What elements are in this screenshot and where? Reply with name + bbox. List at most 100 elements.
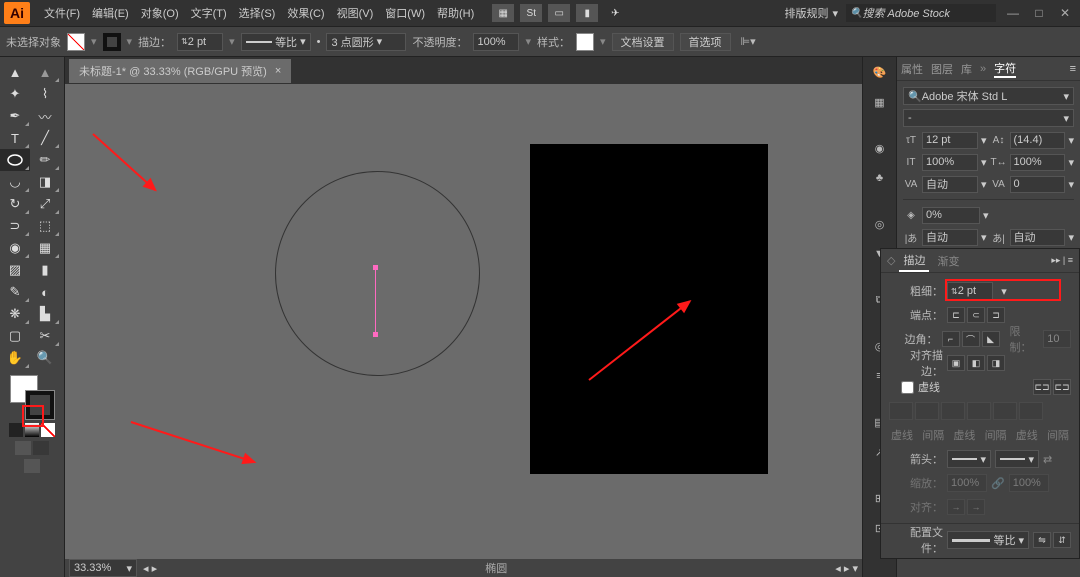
menu-select[interactable]: 选择(S) xyxy=(233,5,282,21)
line-tool[interactable]: ╱ xyxy=(30,127,60,149)
screen-mode-button[interactable] xyxy=(24,459,40,473)
mesh-tool[interactable]: ▨ xyxy=(0,259,30,281)
tab-character[interactable]: 字符 xyxy=(994,60,1016,78)
paintbrush-tool[interactable]: ✏ xyxy=(30,149,60,171)
none-mode-button[interactable] xyxy=(41,423,55,437)
draw-normal-button[interactable] xyxy=(15,441,31,455)
tracking-input[interactable]: 0 xyxy=(1010,176,1066,193)
fill-stroke-control[interactable] xyxy=(10,375,54,419)
doc-setup-button[interactable]: 文档设置 xyxy=(612,33,674,51)
stroke-weight-input[interactable]: ⇅2 pt xyxy=(177,33,223,51)
cap-round-button[interactable]: ⊂ xyxy=(967,307,985,323)
arrowhead-start-select[interactable]: ▾ xyxy=(947,450,991,468)
style-swatch[interactable] xyxy=(576,33,594,51)
profile-select-panel[interactable]: 等比▾ xyxy=(947,531,1029,549)
prefs-button[interactable]: 首选项 xyxy=(680,33,731,51)
eyedropper-tool[interactable]: ✎ xyxy=(0,281,30,303)
width-tool[interactable]: ⊃ xyxy=(0,215,30,237)
align-inside-button[interactable]: ◧ xyxy=(967,355,985,371)
artboard-tool[interactable]: ▢ xyxy=(0,325,30,347)
stroke-icon[interactable]: ◎ xyxy=(869,213,891,235)
symbol-sprayer-tool[interactable]: ❋ xyxy=(0,303,30,325)
menu-edit[interactable]: 编辑(E) xyxy=(86,5,135,21)
document-tab[interactable]: 未标题-1* @ 33.33% (RGB/GPU 预览)× xyxy=(69,59,291,83)
shape-builder-tool[interactable]: ◉ xyxy=(0,237,30,259)
profile-select[interactable]: 等比▾ xyxy=(241,33,311,51)
perspective-tool[interactable]: ▦ xyxy=(30,237,60,259)
font-style-select[interactable]: -▾ xyxy=(903,109,1074,127)
gradient-tool[interactable]: ▮ xyxy=(30,259,60,281)
ellipse-tool[interactable] xyxy=(0,149,30,171)
menu-type[interactable]: 文字(T) xyxy=(185,5,233,21)
menu-help[interactable]: 帮助(H) xyxy=(431,5,480,21)
zoom-tool[interactable]: 🔍 xyxy=(30,347,60,369)
hand-tool[interactable]: ✋ xyxy=(0,347,30,369)
tab-stroke[interactable]: 描边 xyxy=(899,250,929,272)
color-mode-button[interactable] xyxy=(9,423,23,437)
search-input[interactable]: 🔍 搜索 Adobe Stock xyxy=(846,4,996,22)
tab-libraries[interactable]: 库 xyxy=(961,61,972,77)
canvas[interactable] xyxy=(65,84,862,559)
kerning-input[interactable]: 自动 xyxy=(922,176,978,193)
direct-selection-tool[interactable]: ▲ xyxy=(30,61,60,83)
graph-tool[interactable]: ▙ xyxy=(30,303,60,325)
type-tool[interactable]: T xyxy=(0,127,30,149)
draw-behind-button[interactable] xyxy=(33,441,49,455)
cap-square-button[interactable]: ⊐ xyxy=(987,307,1005,323)
eraser-tool[interactable]: ◨ xyxy=(30,171,60,193)
gpu-icon[interactable]: ▮ xyxy=(576,4,598,22)
cap-butt-button[interactable]: ⊏ xyxy=(947,307,965,323)
maximize-button[interactable]: □ xyxy=(1030,6,1048,20)
gradient-mode-button[interactable] xyxy=(25,423,39,437)
opacity-input[interactable]: 100% xyxy=(473,33,519,51)
arrange-icon[interactable]: ▭ xyxy=(548,4,570,22)
corner-round-button[interactable]: ⌒ xyxy=(962,331,980,347)
blend-tool[interactable]: ◐ xyxy=(30,281,60,303)
swatches-icon[interactable]: ▦ xyxy=(869,91,891,113)
tab-gradient[interactable]: 渐变 xyxy=(933,251,963,271)
feedback-icon[interactable]: ✈ xyxy=(604,4,626,22)
align-center-button[interactable]: ▣ xyxy=(947,355,965,371)
corner-bevel-button[interactable]: ◣ xyxy=(982,331,1000,347)
rotate-tool[interactable]: ↻ xyxy=(0,193,30,215)
font-size-input[interactable]: 12 pt xyxy=(922,132,978,149)
arrowhead-end-select[interactable]: ▾ xyxy=(995,450,1039,468)
selection-tool[interactable]: ▲ xyxy=(0,61,30,83)
font-family-select[interactable]: 🔍Adobe 宋体 Std L▾ xyxy=(903,87,1074,105)
corner-miter-button[interactable]: ⌐ xyxy=(942,331,960,347)
magic-wand-tool[interactable]: ✦ xyxy=(0,83,30,105)
menu-view[interactable]: 视图(V) xyxy=(331,5,380,21)
menu-object[interactable]: 对象(O) xyxy=(135,5,185,21)
tab-layers[interactable]: 图层 xyxy=(931,61,953,77)
free-transform-tool[interactable]: ⬚ xyxy=(30,215,60,237)
align-icon[interactable]: ⊫▾ xyxy=(741,35,756,48)
symbols-icon[interactable]: ♣ xyxy=(869,167,891,189)
stroke-weight-field[interactable]: ⇅2 pt xyxy=(947,282,993,300)
close-button[interactable]: ✕ xyxy=(1056,6,1074,20)
stroke-swatch[interactable] xyxy=(103,33,121,51)
align-outside-button[interactable]: ◨ xyxy=(987,355,1005,371)
fill-swatch[interactable] xyxy=(67,33,85,51)
pen-tool[interactable]: ✒ xyxy=(0,105,30,127)
hscale-input[interactable]: 100% xyxy=(1010,154,1066,171)
curvature-tool[interactable]: 〰 xyxy=(30,105,60,127)
tab-properties[interactable]: 属性 xyxy=(901,61,923,77)
slice-tool[interactable]: ✂ xyxy=(30,325,60,347)
shaper-tool[interactable]: ◡ xyxy=(0,171,30,193)
dashed-checkbox[interactable] xyxy=(901,381,914,394)
stock-icon[interactable]: St xyxy=(520,4,542,22)
workspace-dropdown[interactable]: 排版规则▾ xyxy=(784,5,838,21)
close-tab-icon[interactable]: × xyxy=(275,65,281,77)
menu-effect[interactable]: 效果(C) xyxy=(281,5,330,21)
color-icon[interactable]: 🎨 xyxy=(869,61,891,83)
leading-input[interactable]: (14.4) xyxy=(1010,132,1066,149)
bridge-icon[interactable]: ▦ xyxy=(492,4,514,22)
vscale-input[interactable]: 100% xyxy=(922,154,978,171)
menu-window[interactable]: 窗口(W) xyxy=(379,5,431,21)
lasso-tool[interactable]: ⌇ xyxy=(30,83,60,105)
scale-tool[interactable]: ⤢ xyxy=(30,193,60,215)
minimize-button[interactable]: — xyxy=(1004,6,1022,20)
ellipse-object[interactable] xyxy=(275,171,480,376)
brushes-icon[interactable]: ◉ xyxy=(869,137,891,159)
zoom-select[interactable]: 33.33%▾ xyxy=(69,559,137,577)
